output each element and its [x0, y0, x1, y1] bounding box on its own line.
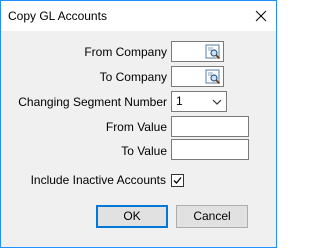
to-company-field[interactable] — [171, 66, 224, 87]
from-value-input[interactable] — [171, 116, 249, 137]
close-button[interactable] — [250, 5, 272, 27]
from-value-label: From Value — [105, 120, 167, 134]
to-company-label: To Company — [99, 70, 167, 84]
checkmark-icon — [173, 177, 182, 184]
changing-segment-select[interactable]: 1 — [171, 91, 227, 112]
ok-button[interactable]: OK — [96, 205, 168, 228]
chevron-down-icon — [212, 99, 222, 105]
from-company-label: From Company — [84, 45, 167, 59]
to-value-input[interactable] — [171, 139, 249, 160]
changing-segment-value: 1 — [176, 94, 183, 108]
include-inactive-checkbox[interactable] — [171, 174, 184, 187]
window-title: Copy GL Accounts — [8, 9, 107, 23]
include-inactive-label: Include Inactive Accounts — [30, 173, 166, 187]
from-company-field[interactable] — [171, 41, 224, 62]
dialog-body: From Company To Company Changing Segment… — [1, 31, 276, 247]
lookup-icon[interactable] — [205, 69, 221, 85]
lookup-icon[interactable] — [205, 44, 221, 60]
changing-segment-label: Changing Segment Number — [18, 95, 167, 109]
close-icon — [255, 10, 267, 22]
cancel-button[interactable]: Cancel — [176, 205, 248, 228]
dialog-window: Copy GL Accounts From Company To Company — [0, 0, 277, 248]
title-bar: Copy GL Accounts — [1, 1, 276, 31]
to-value-label: To Value — [121, 144, 167, 158]
